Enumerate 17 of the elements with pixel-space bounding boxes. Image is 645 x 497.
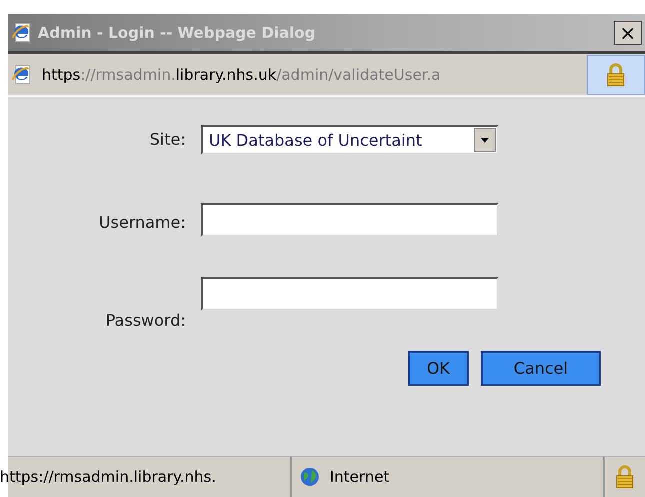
globe-icon [300,467,320,487]
password-field[interactable] [201,277,499,311]
field-label: Password: [104,311,186,330]
close-button[interactable]: × [614,20,642,44]
zone-label: Internet [330,468,390,486]
field-label: Site: [148,130,186,149]
cancel-button[interactable]: Cancel [481,351,601,386]
lock-icon[interactable] [587,54,645,94]
page-icon [12,64,32,84]
site-dropdown[interactable]: UK Database of Uncertaint [201,125,499,155]
window-title: Admin - Login -- Webpage Dialog [38,24,317,42]
address-url: https://rmsadmin.library.nhs.uk/admin/validateUser.a [42,66,442,84]
username-field[interactable] [201,203,499,237]
ok-button[interactable]: OK [408,351,469,386]
browser-icon [12,22,32,42]
field-label: Username: [98,213,186,232]
status-url: https://rmsadmin.library.nhs. [0,457,292,497]
